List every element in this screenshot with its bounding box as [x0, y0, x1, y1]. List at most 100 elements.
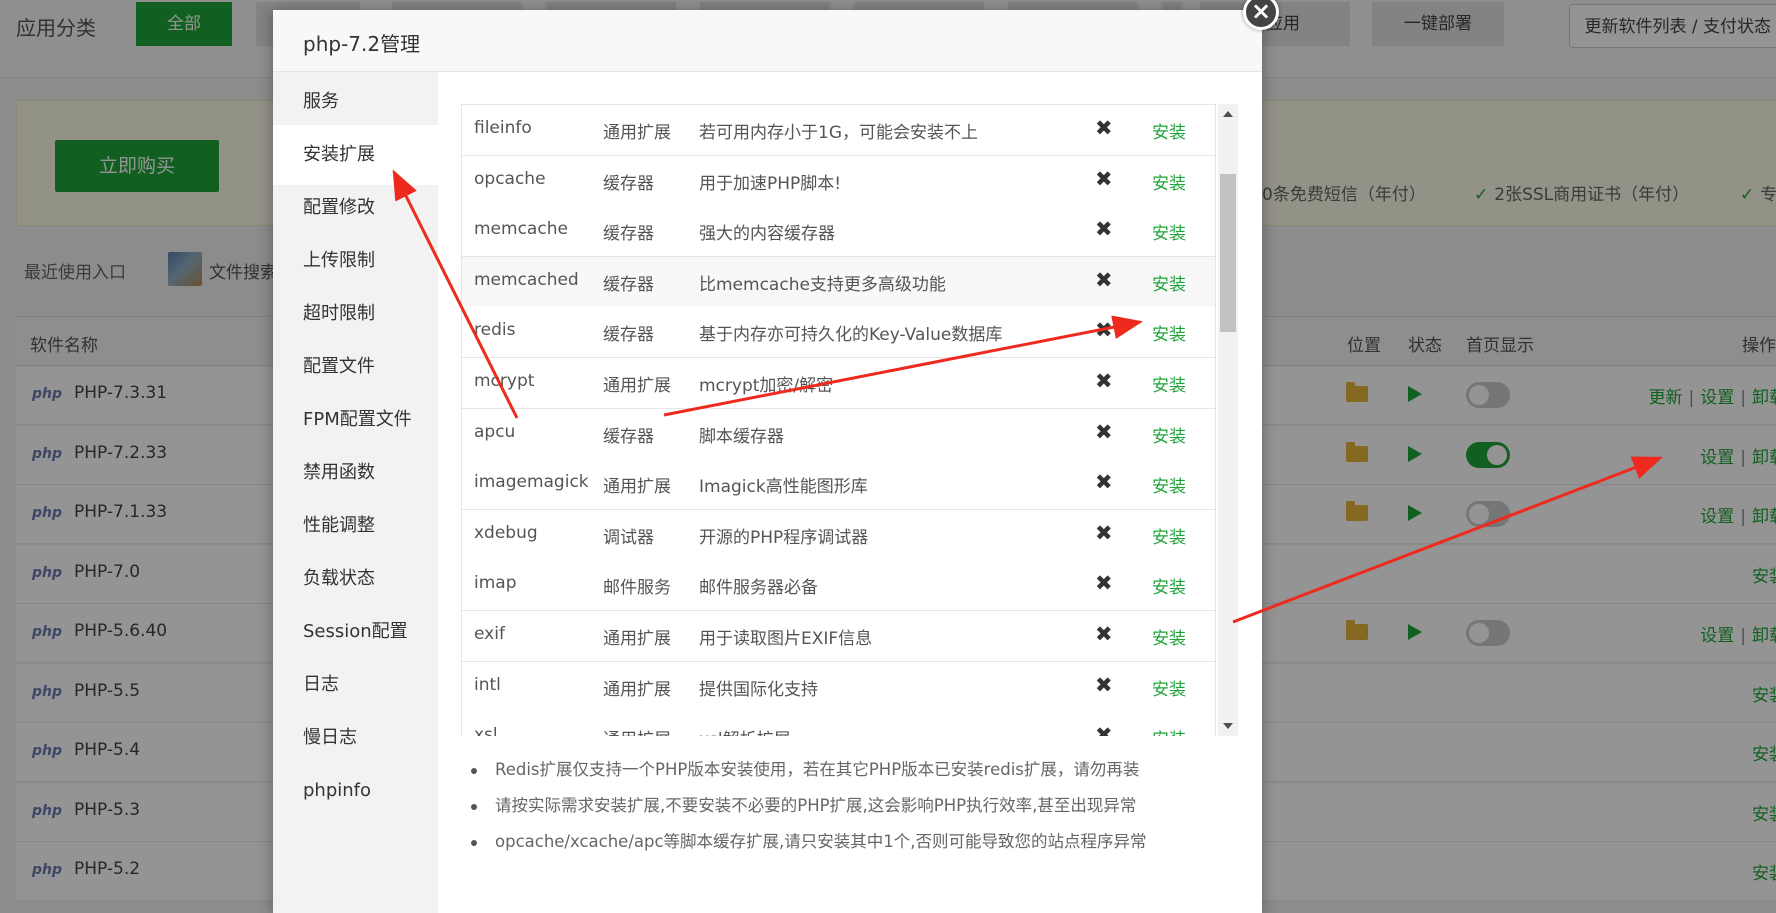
side-menu-item[interactable]: 配置文件 [273, 337, 438, 397]
install-extension-link[interactable]: 安装 [1152, 573, 1186, 598]
install-extension-link[interactable]: 安装 [1152, 675, 1186, 700]
extension-name: xsl [474, 725, 498, 736]
extension-row: memcached 缓存器 比memcache支持更多高级功能 ✖ 安装 [461, 256, 1216, 308]
extension-name: imagemagick [474, 472, 589, 493]
side-menu-item[interactable]: 慢日志 [273, 708, 438, 768]
extension-description: 提供国际化支持 [699, 679, 818, 700]
extension-description: 用于加速PHP脚本! [699, 173, 842, 194]
extension-panel: fileinfo 通用扩展 若可用内存小于1G，可能会安装不上 ✖ 安装 opcache 缓… [438, 72, 1262, 913]
install-extension-link[interactable]: 安装 [1152, 624, 1186, 649]
install-extension-link[interactable]: 安装 [1152, 422, 1186, 447]
extension-name: opcache [474, 168, 546, 189]
extension-type: 通用扩展 [603, 725, 671, 736]
note-item: 请按实际需求安装扩展,不要安装不必要的PHP扩展,这会影响PHP执行效率,甚至出… [468, 788, 1228, 824]
side-menu-item[interactable]: 禁用函数 [273, 443, 438, 503]
extension-description: mcrypt加密/解密 [699, 376, 834, 396]
scroll-up-icon[interactable] [1223, 111, 1233, 117]
not-installed-icon: ✖ [1095, 369, 1113, 393]
install-extension-link[interactable]: 安装 [1152, 219, 1186, 244]
extension-name: apcu [474, 421, 516, 442]
extension-type: 通用扩展 [603, 679, 671, 700]
extension-row: imap 邮件服务 邮件服务器必备 ✖ 安装 [461, 560, 1216, 612]
extension-description: 比memcache支持更多高级功能 [699, 274, 946, 295]
extension-description: 基于内存亦可持久化的Key-Value数据库 [699, 325, 1003, 346]
extension-type: 通用扩展 [603, 477, 671, 498]
side-menu-item[interactable]: 服务 [273, 72, 438, 132]
extension-description: 用于读取图片EXIF信息 [699, 629, 873, 649]
extension-row: redis 缓存器 基于内存亦可持久化的Key-Value数据库 ✖ 安装 [461, 307, 1216, 359]
side-menu-item[interactable]: FPM配置文件 [273, 390, 438, 450]
extension-row: xsl 通用扩展 xsl解析扩展 ✖ 安装 [461, 712, 1216, 736]
install-extension-link[interactable]: 安装 [1152, 270, 1186, 295]
extension-type: 缓存器 [603, 224, 654, 245]
extension-name: memcache [474, 219, 568, 240]
not-installed-icon: ✖ [1095, 267, 1113, 292]
extension-type: 缓存器 [603, 426, 654, 447]
note-item: opcache/xcache/apc等脚本缓存扩展,请只安装其中1个,否则可能导… [468, 824, 1228, 860]
scroll-thumb[interactable] [1220, 174, 1236, 332]
extension-type: 通用扩展 [603, 629, 671, 649]
dialog-side-menu: 服务 安装扩展 配置修改 上传限制 超时限制 配置文件 FPM配置文件 禁用函数 性能调整 负载状… [273, 72, 438, 913]
php-manage-dialog: php-7.2管理 服务 安装扩展 配置修改 上传限制 超时限制 配置文件 FPM配置文件禁… [273, 10, 1262, 913]
not-installed-icon: ✖ [1095, 622, 1113, 646]
extension-name: imap [474, 573, 517, 594]
extension-name: exif [474, 624, 505, 644]
extension-name: redis [474, 320, 516, 341]
extension-type: 调试器 [603, 527, 654, 548]
extension-scrollbar[interactable] [1218, 104, 1238, 736]
install-extension-link[interactable]: 安装 [1152, 169, 1186, 194]
extension-row: apcu 缓存器 脚本缓存器 ✖ 安装 [461, 408, 1216, 460]
not-installed-icon: ✖ [1095, 470, 1113, 495]
extension-row: fileinfo 通用扩展 若可用内存小于1G，可能会安装不上 ✖ 安装 [461, 105, 1216, 156]
install-extension-link[interactable]: 安装 [1152, 472, 1186, 497]
extension-description: Imagick高性能图形库 [699, 477, 868, 498]
install-extension-link[interactable]: 安装 [1152, 118, 1186, 143]
scroll-down-icon[interactable] [1223, 723, 1233, 729]
not-installed-icon: ✖ [1095, 723, 1113, 736]
install-extension-link[interactable]: 安装 [1152, 523, 1186, 548]
not-installed-icon: ✖ [1095, 217, 1113, 242]
not-installed-icon: ✖ [1095, 116, 1113, 140]
side-menu-item[interactable]: 安装扩展 [273, 125, 438, 185]
not-installed-icon: ✖ [1095, 672, 1113, 697]
side-menu-item[interactable]: 超时限制 [273, 284, 438, 344]
extension-type: 通用扩展 [603, 376, 671, 396]
dialog-title: php-7.2管理 [303, 32, 421, 56]
extension-type: 缓存器 [603, 274, 654, 295]
side-menu-item[interactable]: Session配置 [273, 602, 438, 662]
extension-name: memcached [474, 269, 579, 290]
extension-type: 缓存器 [603, 173, 654, 194]
extension-description: 开源的PHP程序调试器 [699, 527, 869, 548]
extension-name: fileinfo [474, 118, 532, 138]
install-extension-link[interactable]: 安装 [1152, 725, 1186, 736]
extension-description: xsl解析扩展 [699, 725, 791, 736]
install-extension-link[interactable]: 安装 [1152, 371, 1186, 396]
side-menu-item[interactable]: 日志 [273, 655, 438, 715]
note-item: Redis扩展仅支持一个PHP版本安装使用，若在其它PHP版本已安装redis扩… [468, 752, 1228, 788]
side-menu-item[interactable]: phpinfo [273, 761, 438, 821]
extension-row: exif 通用扩展 用于读取图片EXIF信息 ✖ 安装 [461, 611, 1216, 662]
extension-type: 缓存器 [603, 325, 654, 346]
extension-table: fileinfo 通用扩展 若可用内存小于1G，可能会安装不上 ✖ 安装 opcache 缓… [461, 104, 1216, 736]
extension-name: xdebug [474, 522, 538, 543]
extension-row: xdebug 调试器 开源的PHP程序调试器 ✖ 安装 [461, 509, 1216, 561]
extension-row: mcrypt 通用扩展 mcrypt加密/解密 ✖ 安装 [461, 358, 1216, 409]
not-installed-icon: ✖ [1095, 318, 1113, 343]
extension-row: opcache 缓存器 用于加速PHP脚本! ✖ 安装 [461, 155, 1216, 207]
not-installed-icon: ✖ [1095, 571, 1113, 596]
extension-type: 邮件服务 [603, 578, 671, 599]
extension-description: 强大的内容缓存器 [699, 224, 835, 245]
dialog-header: php-7.2管理 [273, 10, 1262, 72]
extension-type: 通用扩展 [603, 123, 671, 143]
extension-row: imagemagick 通用扩展 Imagick高性能图形库 ✖ 安装 [461, 459, 1216, 511]
side-menu-item[interactable]: 性能调整 [273, 496, 438, 556]
extension-description: 若可用内存小于1G，可能会安装不上 [699, 123, 978, 143]
extension-name: intl [474, 674, 501, 695]
extension-description: 邮件服务器必备 [699, 578, 818, 599]
side-menu-item[interactable]: 配置修改 [273, 178, 438, 238]
not-installed-icon: ✖ [1095, 166, 1113, 191]
side-menu-item[interactable]: 负载状态 [273, 549, 438, 609]
install-extension-link[interactable]: 安装 [1152, 320, 1186, 345]
not-installed-icon: ✖ [1095, 520, 1113, 545]
side-menu-item[interactable]: 上传限制 [273, 231, 438, 291]
